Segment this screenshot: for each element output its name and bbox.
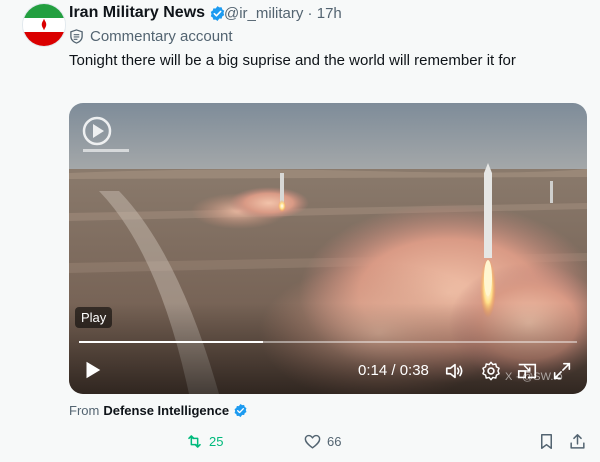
retweet-button[interactable]: 25 (185, 432, 223, 451)
video-progress-bar[interactable] (79, 341, 577, 343)
iran-flag-icon (23, 4, 65, 46)
play-badge[interactable]: Play (75, 307, 113, 328)
retweet-icon (188, 435, 201, 448)
avatar[interactable] (22, 3, 66, 47)
play-icon[interactable] (81, 359, 103, 381)
video-watermark: X · @SW..o (505, 371, 563, 383)
settings-gear-icon[interactable] (480, 360, 502, 382)
heart-icon (304, 434, 321, 449)
share-icon (570, 434, 585, 449)
video-timecode: 0:14 / 0:38 (358, 362, 429, 379)
bookmark-button[interactable] (537, 432, 556, 451)
like-button[interactable]: 66 (303, 432, 341, 451)
video-player[interactable]: Play 0:14 / 0:38 X · @SW..o (69, 103, 587, 394)
verified-badge-icon (234, 403, 247, 418)
bookmark-icon (540, 434, 553, 449)
account-label-text: Commentary account (90, 28, 233, 45)
share-button[interactable] (568, 432, 587, 451)
author-name-row[interactable]: Iran Military News (69, 4, 226, 22)
like-count: 66 (327, 434, 342, 449)
retweet-count: 25 (209, 434, 224, 449)
volume-icon[interactable] (444, 360, 466, 382)
account-label[interactable]: Commentary account (69, 28, 233, 45)
tweet-text: Tonight there will be a big suprise and … (69, 52, 516, 69)
source-prefix: From (69, 403, 100, 418)
video-source[interactable]: From Defense Intelligence (69, 403, 248, 418)
author-name[interactable]: Iran Military News (69, 4, 205, 22)
video-progress-fill (79, 341, 264, 343)
author-handle[interactable]: @ir_military · 17h (224, 5, 342, 22)
source-name[interactable]: Defense Intelligence (103, 403, 229, 418)
shield-label-icon (70, 29, 83, 44)
